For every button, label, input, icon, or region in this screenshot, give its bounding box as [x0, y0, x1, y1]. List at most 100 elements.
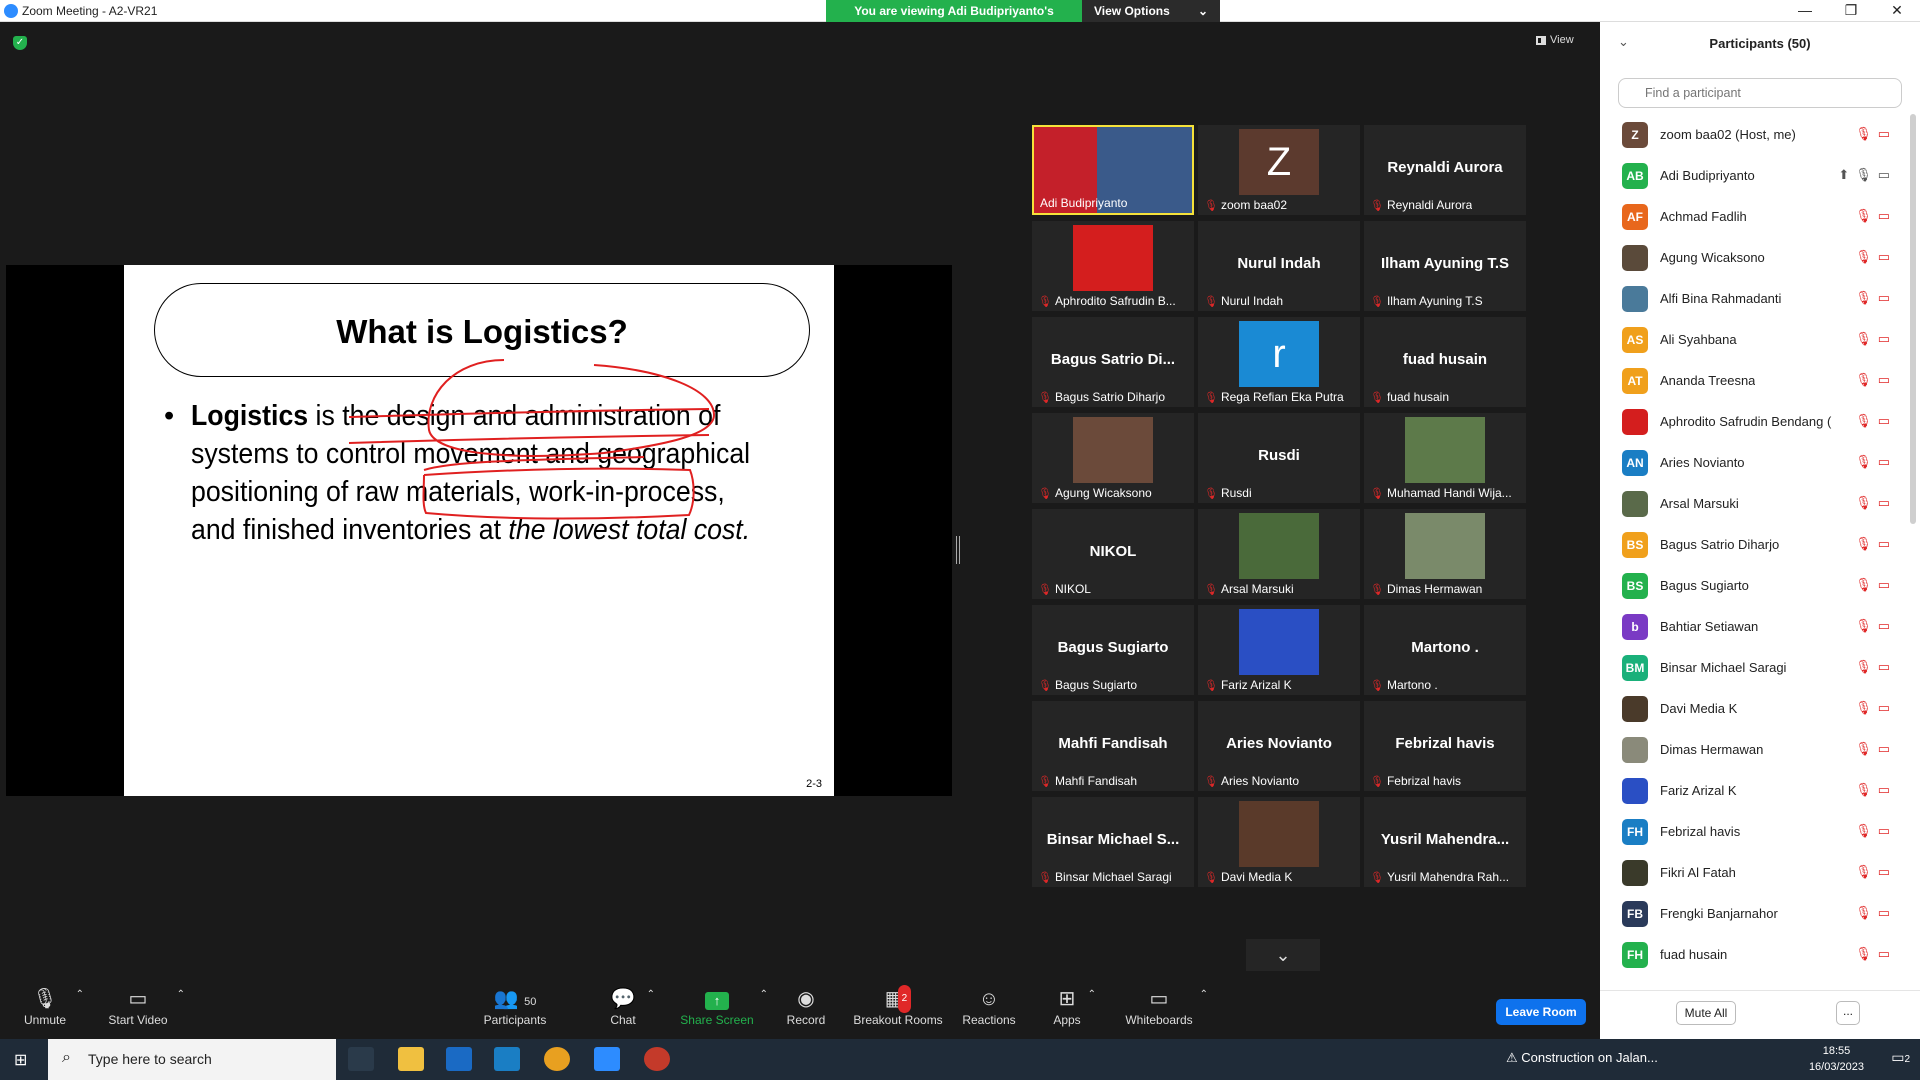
microsoft-store-icon[interactable] — [446, 1047, 472, 1071]
zoom-taskbar-icon[interactable] — [594, 1047, 620, 1071]
split-view-handle[interactable] — [956, 536, 960, 564]
chevron-up-icon[interactable]: ⌃ — [76, 989, 84, 1000]
video-tile[interactable]: NIKOL 🎙 NIKOL — [1032, 509, 1194, 599]
participant-row[interactable]: Fikri Al Fatah 🎙▭ — [1600, 852, 1900, 893]
video-tile[interactable]: Martono . 🎙 Martono . — [1364, 605, 1526, 695]
leave-room-button[interactable]: Leave Room — [1496, 999, 1586, 1025]
chat-button[interactable]: 💬 Chat ⌃ — [605, 985, 655, 1027]
video-tile[interactable]: Nurul Indah 🎙 Nurul Indah — [1198, 221, 1360, 311]
whiteboards-button[interactable]: ▭ Whiteboards ⌃ — [1124, 985, 1208, 1027]
participant-row[interactable]: Davi Media K 🎙▭ — [1600, 688, 1900, 729]
participant-list-scrollbar[interactable] — [1910, 114, 1916, 524]
participant-row[interactable]: BS Bagus Satrio Diharjo 🎙▭ — [1600, 524, 1900, 565]
video-tile[interactable]: r 🎙 Rega Refian Eka Putra — [1198, 317, 1360, 407]
video-tile[interactable]: 🎙 Aphrodito Safrudin B... — [1032, 221, 1194, 311]
chrome-profile-icon[interactable] — [644, 1047, 670, 1071]
chevron-up-icon[interactable]: ⌃ — [177, 989, 185, 1000]
participant-row[interactable]: AN Aries Novianto 🎙▭ — [1600, 442, 1900, 483]
record-button[interactable]: ◉ Record — [785, 985, 827, 1027]
mute-all-button[interactable]: Mute All — [1676, 1001, 1736, 1025]
tile-name-label: 🎙 Fariz Arizal K — [1204, 678, 1292, 692]
chevron-up-icon[interactable]: ⌃ — [1200, 989, 1208, 1000]
tile-label-text: Rega Refian Eka Putra — [1220, 390, 1344, 404]
gallery-next-page-button[interactable]: ⌄ — [1246, 939, 1320, 971]
breakout-rooms-button[interactable]: ▦2 Breakout Rooms — [852, 985, 944, 1027]
participant-row[interactable]: BM Binsar Michael Saragi 🎙▭ — [1600, 647, 1900, 688]
annotation-strike-2 — [348, 434, 710, 444]
find-participant-input[interactable] — [1618, 78, 1902, 108]
mic-muted-icon: 🎙 — [1370, 391, 1384, 404]
participant-row[interactable]: AF Achmad Fadlih 🎙▭ — [1600, 196, 1900, 237]
participant-row[interactable]: Arsal Marsuki 🎙▭ — [1600, 483, 1900, 524]
unmute-button[interactable]: 🎙 Unmute ⌃ — [20, 985, 84, 1027]
video-tile[interactable]: Aries Novianto 🎙 Aries Novianto — [1198, 701, 1360, 791]
video-tile[interactable]: Ilham Ayuning T.S 🎙 Ilham Ayuning T.S — [1364, 221, 1526, 311]
task-view-icon[interactable] — [348, 1047, 374, 1071]
chevron-up-icon[interactable]: ⌃ — [760, 989, 768, 1000]
chat-icon: 💬 — [610, 988, 636, 1010]
video-tile[interactable]: 🎙 Dimas Hermawan — [1364, 509, 1526, 599]
participant-row[interactable]: AB Adi Budipriyanto ⬆🎙▭ — [1600, 155, 1900, 196]
participant-row[interactable]: FH fuad husain 🎙▭ — [1600, 934, 1900, 975]
video-tile[interactable]: Rusdi 🎙 Rusdi — [1198, 413, 1360, 503]
participant-name: Frengki Banjarnahor — [1660, 906, 1778, 921]
minimize-button[interactable]: — — [1782, 0, 1828, 22]
chevron-up-icon[interactable]: ⌃ — [1088, 989, 1096, 1000]
chevron-up-icon[interactable]: ⌃ — [647, 989, 655, 1000]
share-screen-button[interactable]: ↑ Share Screen ⌃ — [680, 985, 768, 1027]
participants-button[interactable]: 👥 50 Participants — [480, 985, 550, 1027]
shared-screen[interactable]: What is Logistics? • Logistics is the de… — [6, 265, 952, 796]
participant-row[interactable]: b Bahtiar Setiawan 🎙▭ — [1600, 606, 1900, 647]
video-tile[interactable]: Reynaldi Aurora 🎙 Reynaldi Aurora — [1364, 125, 1526, 215]
video-tile[interactable]: Mahfi Fandisah 🎙 Mahfi Fandisah — [1032, 701, 1194, 791]
video-tile[interactable]: 🎙 Agung Wicaksono — [1032, 413, 1194, 503]
maximize-button[interactable]: ❐ — [1828, 0, 1874, 22]
participant-row[interactable]: AT Ananda Treesna 🎙▭ — [1600, 360, 1900, 401]
video-tile[interactable]: 🎙 Arsal Marsuki — [1198, 509, 1360, 599]
mail-icon[interactable] — [494, 1047, 520, 1071]
start-video-button[interactable]: ▭ Start Video ⌃ — [105, 985, 185, 1027]
video-tile[interactable]: fuad husain 🎙 fuad husain — [1364, 317, 1526, 407]
chrome-icon[interactable] — [544, 1047, 570, 1071]
system-clock[interactable]: 18:55 16/03/2023 — [1809, 1043, 1864, 1075]
participant-row[interactable]: Dimas Hermawan 🎙▭ — [1600, 729, 1900, 770]
tile-name-label: 🎙 Martono . — [1370, 678, 1438, 692]
participant-row[interactable]: AS Ali Syahbana 🎙▭ — [1600, 319, 1900, 360]
file-explorer-icon[interactable] — [398, 1047, 424, 1071]
more-options-button[interactable]: ... — [1836, 1001, 1860, 1025]
close-button[interactable]: ✕ — [1874, 0, 1920, 22]
tile-name-label: 🎙 Reynaldi Aurora — [1370, 198, 1472, 212]
video-tile[interactable]: 🎙 Davi Media K — [1198, 797, 1360, 887]
view-button[interactable]: View — [1536, 34, 1574, 46]
video-tile[interactable]: Yusril Mahendra... 🎙 Yusril Mahendra Rah..… — [1364, 797, 1526, 887]
mic-muted-icon: 🎙 — [1038, 679, 1052, 692]
encryption-shield-icon[interactable]: ✓ — [13, 36, 27, 50]
avatar: Z — [1622, 122, 1648, 148]
taskbar-search[interactable]: ⌕ Type here to search — [48, 1039, 336, 1080]
windows-start-icon[interactable]: ⊞ — [14, 1050, 27, 1070]
participant-row[interactable]: BS Bagus Sugiarto 🎙▭ — [1600, 565, 1900, 606]
video-tile[interactable]: Z 🎙 zoom baa02 — [1198, 125, 1360, 215]
participant-row[interactable]: Alfi Bina Rahmadanti 🎙▭ — [1600, 278, 1900, 319]
participant-row[interactable]: FH Febrizal havis 🎙▭ — [1600, 811, 1900, 852]
video-tile[interactable]: 🎙 Fariz Arizal K — [1198, 605, 1360, 695]
video-tile[interactable]: Febrizal havis 🎙 Febrizal havis — [1364, 701, 1526, 791]
participant-status-icons: 🎙▭ — [1855, 823, 1896, 838]
video-tile[interactable]: Adi Budipriyanto — [1032, 125, 1194, 215]
reactions-button[interactable]: ☺ Reactions — [962, 985, 1016, 1027]
apps-button[interactable]: ⊞ Apps ⌃ — [1052, 985, 1096, 1027]
video-tile[interactable]: Bagus Sugiarto 🎙 Bagus Sugiarto — [1032, 605, 1194, 695]
video-tile[interactable]: Bagus Satrio Di... 🎙 Bagus Satrio Diharjo — [1032, 317, 1194, 407]
participant-row[interactable]: Zzoom baa02 (Host, me) 🎙▭ — [1600, 114, 1900, 155]
participant-row[interactable]: FB Frengki Banjarnahor 🎙▭ — [1600, 893, 1900, 934]
weather-widget[interactable]: ⚠ Construction on Jalan... — [1506, 1050, 1658, 1066]
participant-row[interactable]: Agung Wicaksono 🎙▭ — [1600, 237, 1900, 278]
notification-center-icon[interactable]: ▭2 — [1891, 1049, 1910, 1066]
video-tile[interactable]: 🎙 Muhamad Handi Wija... — [1364, 413, 1526, 503]
video-tile[interactable]: Binsar Michael S... 🎙 Binsar Michael Sarag… — [1032, 797, 1194, 887]
participants-count: 50 — [524, 996, 537, 1008]
view-options-button[interactable]: View Options ⌄ — [1082, 0, 1220, 22]
participant-status-icons: 🎙▭ — [1855, 413, 1896, 428]
participant-row[interactable]: Aphrodito Safrudin Bendang (... 🎙▭ — [1600, 401, 1900, 442]
participant-row[interactable]: Fariz Arizal K 🎙▭ — [1600, 770, 1900, 811]
